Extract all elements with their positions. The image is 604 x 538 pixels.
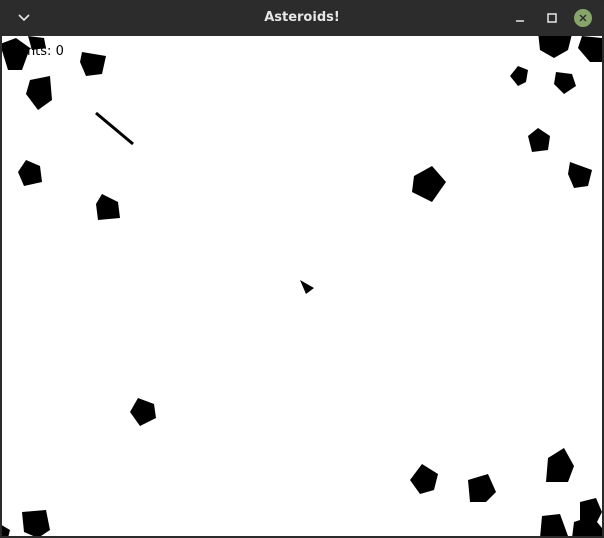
asteroid xyxy=(2,38,30,70)
asteroid xyxy=(528,128,550,152)
close-button[interactable] xyxy=(571,6,595,30)
minimize-icon xyxy=(516,20,524,22)
asteroid xyxy=(554,72,576,94)
maximize-icon xyxy=(547,13,557,23)
maximize-button[interactable] xyxy=(540,6,564,30)
asteroid xyxy=(510,66,528,86)
minimize-button[interactable] xyxy=(508,6,532,30)
asteroid xyxy=(568,162,592,188)
asteroid xyxy=(96,194,120,220)
asteroid xyxy=(538,36,572,58)
asteroid xyxy=(2,525,10,536)
asteroid xyxy=(22,510,50,536)
close-icon xyxy=(574,9,592,27)
title-bar: Asteroids! xyxy=(0,0,604,36)
asteroid xyxy=(578,36,602,62)
asteroid xyxy=(80,52,106,76)
asteroid xyxy=(18,160,42,186)
asteroid xyxy=(412,166,446,202)
game-canvas[interactable]: Points: 0 xyxy=(2,36,602,536)
player-ship xyxy=(300,280,314,294)
asteroid xyxy=(410,464,438,494)
bullet xyxy=(95,111,134,146)
asteroid xyxy=(546,448,574,482)
asteroid xyxy=(28,36,46,50)
game-window: Asteroids! Points: 0 xyxy=(0,0,604,538)
asteroid xyxy=(26,76,52,110)
asteroid xyxy=(130,398,156,426)
asteroid xyxy=(468,474,496,502)
asteroid xyxy=(540,514,568,536)
game-field xyxy=(2,36,602,536)
